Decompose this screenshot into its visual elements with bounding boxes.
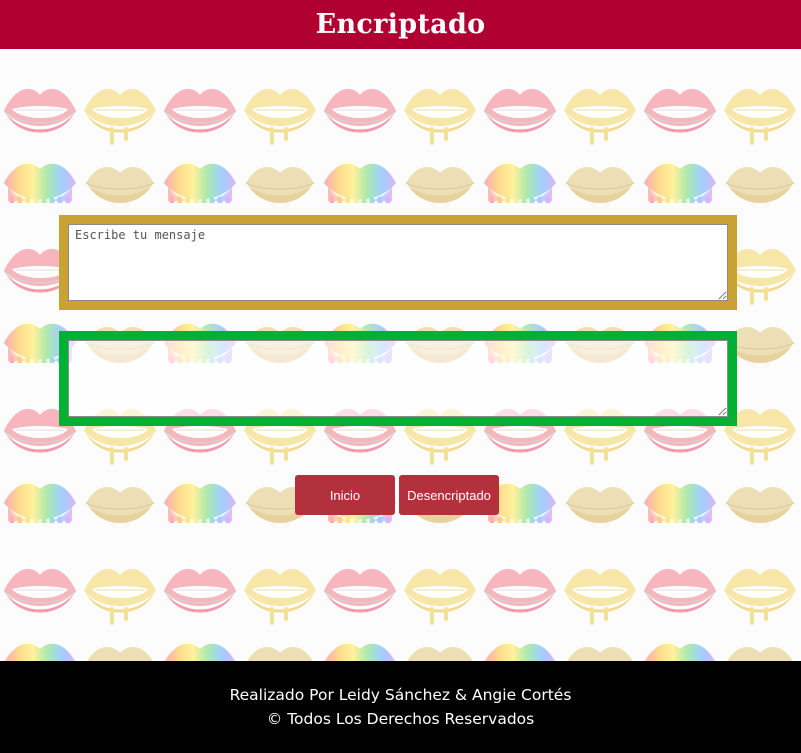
- start-button[interactable]: Inicio: [295, 475, 395, 515]
- result-output[interactable]: [68, 340, 728, 417]
- message-input[interactable]: [68, 224, 728, 301]
- result-output-panel: [59, 331, 737, 426]
- footer-rights: © Todos Los Derechos Reservados: [266, 710, 535, 728]
- page-footer: Realizado Por Leidy Sánchez & Angie Cort…: [0, 661, 801, 753]
- page-title: Encriptado: [315, 9, 486, 40]
- message-input-panel: [59, 215, 737, 310]
- app-header: Encriptado: [0, 0, 801, 49]
- action-buttons: Inicio Desencriptado: [295, 475, 499, 515]
- footer-credits: Realizado Por Leidy Sánchez & Angie Cort…: [229, 686, 572, 704]
- decrypt-button[interactable]: Desencriptado: [399, 475, 499, 515]
